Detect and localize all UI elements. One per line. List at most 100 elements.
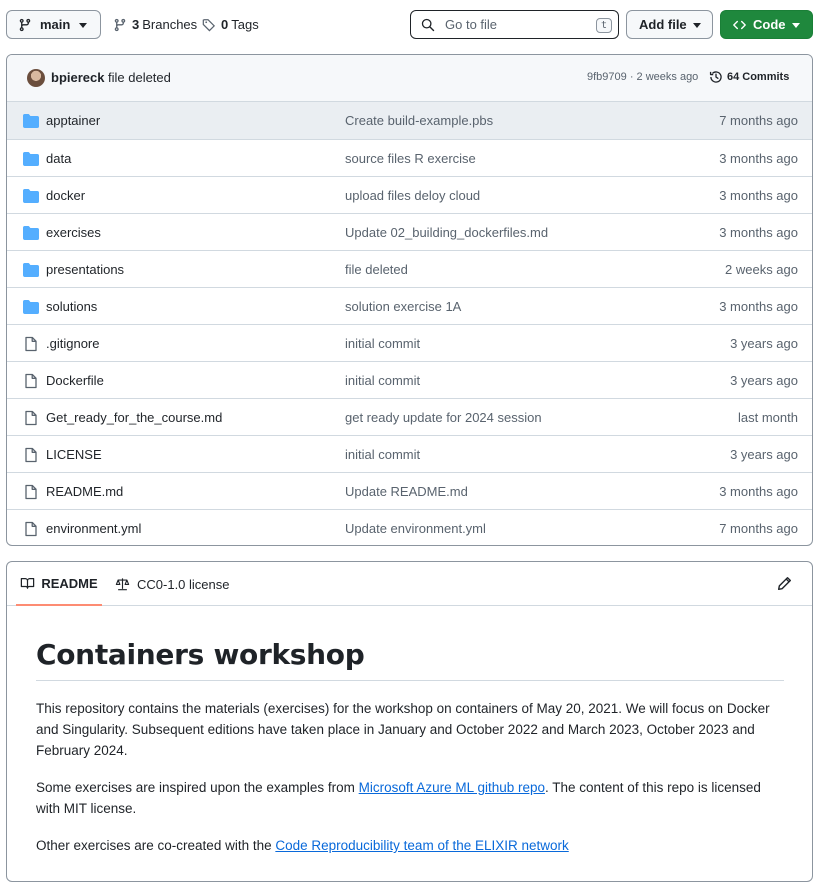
commit-message-link[interactable]: initial commit — [345, 447, 420, 462]
readme-tabs: README CC0-1.0 license — [7, 562, 812, 606]
folder-icon — [23, 299, 39, 315]
readme-body: Containers workshop This repository cont… — [36, 638, 784, 856]
file-icon — [23, 373, 39, 389]
table-row[interactable]: apptainer Create build-example.pbs 7 month… — [7, 102, 812, 139]
commit-age: 3 months ago — [719, 225, 798, 240]
table-row[interactable]: README.md Update README.md 3 months ago — [7, 472, 812, 509]
file-name-link[interactable]: data — [46, 151, 71, 166]
commit-age: 3 months ago — [719, 484, 798, 499]
file-name-link[interactable]: LICENSE — [46, 447, 102, 462]
avatar[interactable] — [27, 69, 45, 87]
tab-readme[interactable]: README — [16, 562, 102, 606]
file-icon — [23, 484, 39, 500]
go-to-file-input[interactable]: Go to file t — [410, 10, 619, 39]
table-row[interactable]: Dockerfile initial commit 3 years ago — [7, 361, 812, 398]
commit-message[interactable]: file deleted — [108, 70, 171, 85]
commit-author[interactable]: bpiereck — [51, 70, 104, 85]
table-row[interactable]: data source files R exercise 3 months ago — [7, 139, 812, 176]
commit-message-link[interactable]: get ready update for 2024 session — [345, 410, 542, 425]
pencil-icon[interactable] — [777, 576, 792, 591]
table-row[interactable]: .gitignore initial commit 3 years ago — [7, 324, 812, 361]
azure-ml-link[interactable]: Microsoft Azure ML github repo — [359, 780, 545, 795]
tab-license[interactable]: CC0-1.0 license — [115, 562, 230, 606]
file-name-link[interactable]: apptainer — [46, 113, 100, 128]
git-branch-icon — [114, 18, 126, 31]
tags-label: Tags — [231, 17, 259, 32]
latest-commit-bar: bpiereck file deleted 9fb9709 · 2 weeks … — [7, 55, 812, 102]
file-name-link[interactable]: docker — [46, 188, 85, 203]
table-row[interactable]: Get_ready_for_the_course.md get ready upd… — [7, 398, 812, 435]
file-icon — [23, 521, 39, 537]
folder-icon — [23, 188, 39, 204]
commit-message-link[interactable]: initial commit — [345, 336, 420, 351]
commit-message-link[interactable]: Update README.md — [345, 484, 468, 499]
readme-text: Some exercises are inspired upon the exa… — [36, 780, 359, 795]
elixir-link[interactable]: Code Reproducibility team of the ELIXIR … — [275, 838, 568, 853]
history-icon — [709, 71, 722, 83]
add-file-label: Add file — [639, 17, 687, 32]
table-row[interactable]: environment.yml Update environment.yml 7 m… — [7, 509, 812, 545]
file-name-link[interactable]: Get_ready_for_the_course.md — [46, 410, 222, 425]
chevron-down-icon — [792, 23, 800, 28]
readme-paragraph-3: Other exercises are co-created with the … — [36, 835, 784, 856]
folder-icon — [23, 262, 39, 278]
file-name-link[interactable]: exercises — [46, 225, 101, 240]
file-icon — [23, 447, 39, 463]
branches-label: Branches — [142, 17, 198, 32]
code-button[interactable]: Code — [720, 10, 813, 39]
table-row[interactable]: presentations file deleted 2 weeks ago — [7, 250, 812, 287]
folder-icon — [23, 113, 39, 129]
chevron-down-icon — [79, 23, 87, 28]
git-branch-icon — [19, 18, 31, 31]
table-row[interactable]: docker upload files deloy cloud 3 months a… — [7, 176, 812, 213]
commit-age: 3 years ago — [730, 447, 798, 462]
table-row[interactable]: solutions solution exercise 1A 3 months ag… — [7, 287, 812, 324]
branches-link[interactable]: 3 Branches — [113, 10, 197, 39]
branch-select-button[interactable]: main — [6, 10, 101, 39]
code-icon — [733, 20, 746, 29]
file-name-link[interactable]: README.md — [46, 484, 123, 499]
commits-count: 64 — [727, 71, 740, 83]
commit-age: 3 months ago — [719, 299, 798, 314]
commit-sha-time[interactable]: 9fb9709 · 2 weeks ago — [587, 71, 698, 83]
table-row[interactable]: LICENSE initial commit 3 years ago — [7, 435, 812, 472]
file-name-link[interactable]: Dockerfile — [46, 373, 104, 388]
search-placeholder: Go to file — [445, 17, 498, 32]
readme-text: Other exercises are co-created with the — [36, 838, 276, 853]
commit-message-link[interactable]: Create build-example.pbs — [345, 113, 493, 128]
file-name-link[interactable]: environment.yml — [46, 521, 141, 536]
tags-link[interactable]: 0 Tags — [202, 10, 259, 39]
commits-link[interactable]: 64 Commits — [709, 70, 789, 84]
file-icon — [23, 336, 39, 352]
shortcut-key: t — [596, 18, 612, 33]
repo-toolbar: main 3 Branches 0 Tags Go to file t Add … — [6, 10, 813, 39]
file-name-link[interactable]: presentations — [46, 262, 124, 277]
file-rows: apptainer Create build-example.pbs 7 month… — [7, 102, 812, 545]
commits-label: Commits — [742, 71, 790, 83]
commit-message-link[interactable]: Update 02_building_dockerfiles.md — [345, 225, 548, 240]
readme-paragraph-2: Some exercises are inspired upon the exa… — [36, 777, 784, 819]
commit-message-link[interactable]: solution exercise 1A — [345, 299, 461, 314]
commit-message-link[interactable]: Update environment.yml — [345, 521, 486, 536]
readme-title: Containers workshop — [36, 638, 784, 681]
tab-readme-label: README — [41, 575, 98, 591]
table-row[interactable]: exercises Update 02_building_dockerfiles.… — [7, 213, 812, 250]
commit-message-link[interactable]: source files R exercise — [345, 151, 476, 166]
commit-message-link[interactable]: initial commit — [345, 373, 420, 388]
commit-age: 3 years ago — [730, 336, 798, 351]
file-name-link[interactable]: solutions — [46, 299, 97, 314]
commit-age: last month — [738, 410, 798, 425]
code-label: Code — [753, 17, 786, 32]
commit-age: 7 months ago — [719, 521, 798, 536]
commit-age: 7 months ago — [719, 113, 798, 128]
folder-icon — [23, 225, 39, 241]
chevron-down-icon — [693, 23, 701, 28]
file-name-link[interactable]: .gitignore — [46, 336, 99, 351]
commit-message-link[interactable]: upload files deloy cloud — [345, 188, 480, 203]
add-file-button[interactable]: Add file — [626, 10, 713, 39]
branch-name: main — [40, 17, 71, 32]
file-list: bpiereck file deleted 9fb9709 · 2 weeks … — [6, 54, 813, 546]
tab-license-label: CC0-1.0 license — [137, 576, 230, 592]
commit-message-link[interactable]: file deleted — [345, 262, 408, 277]
commit-age: 2 weeks ago — [725, 262, 798, 277]
